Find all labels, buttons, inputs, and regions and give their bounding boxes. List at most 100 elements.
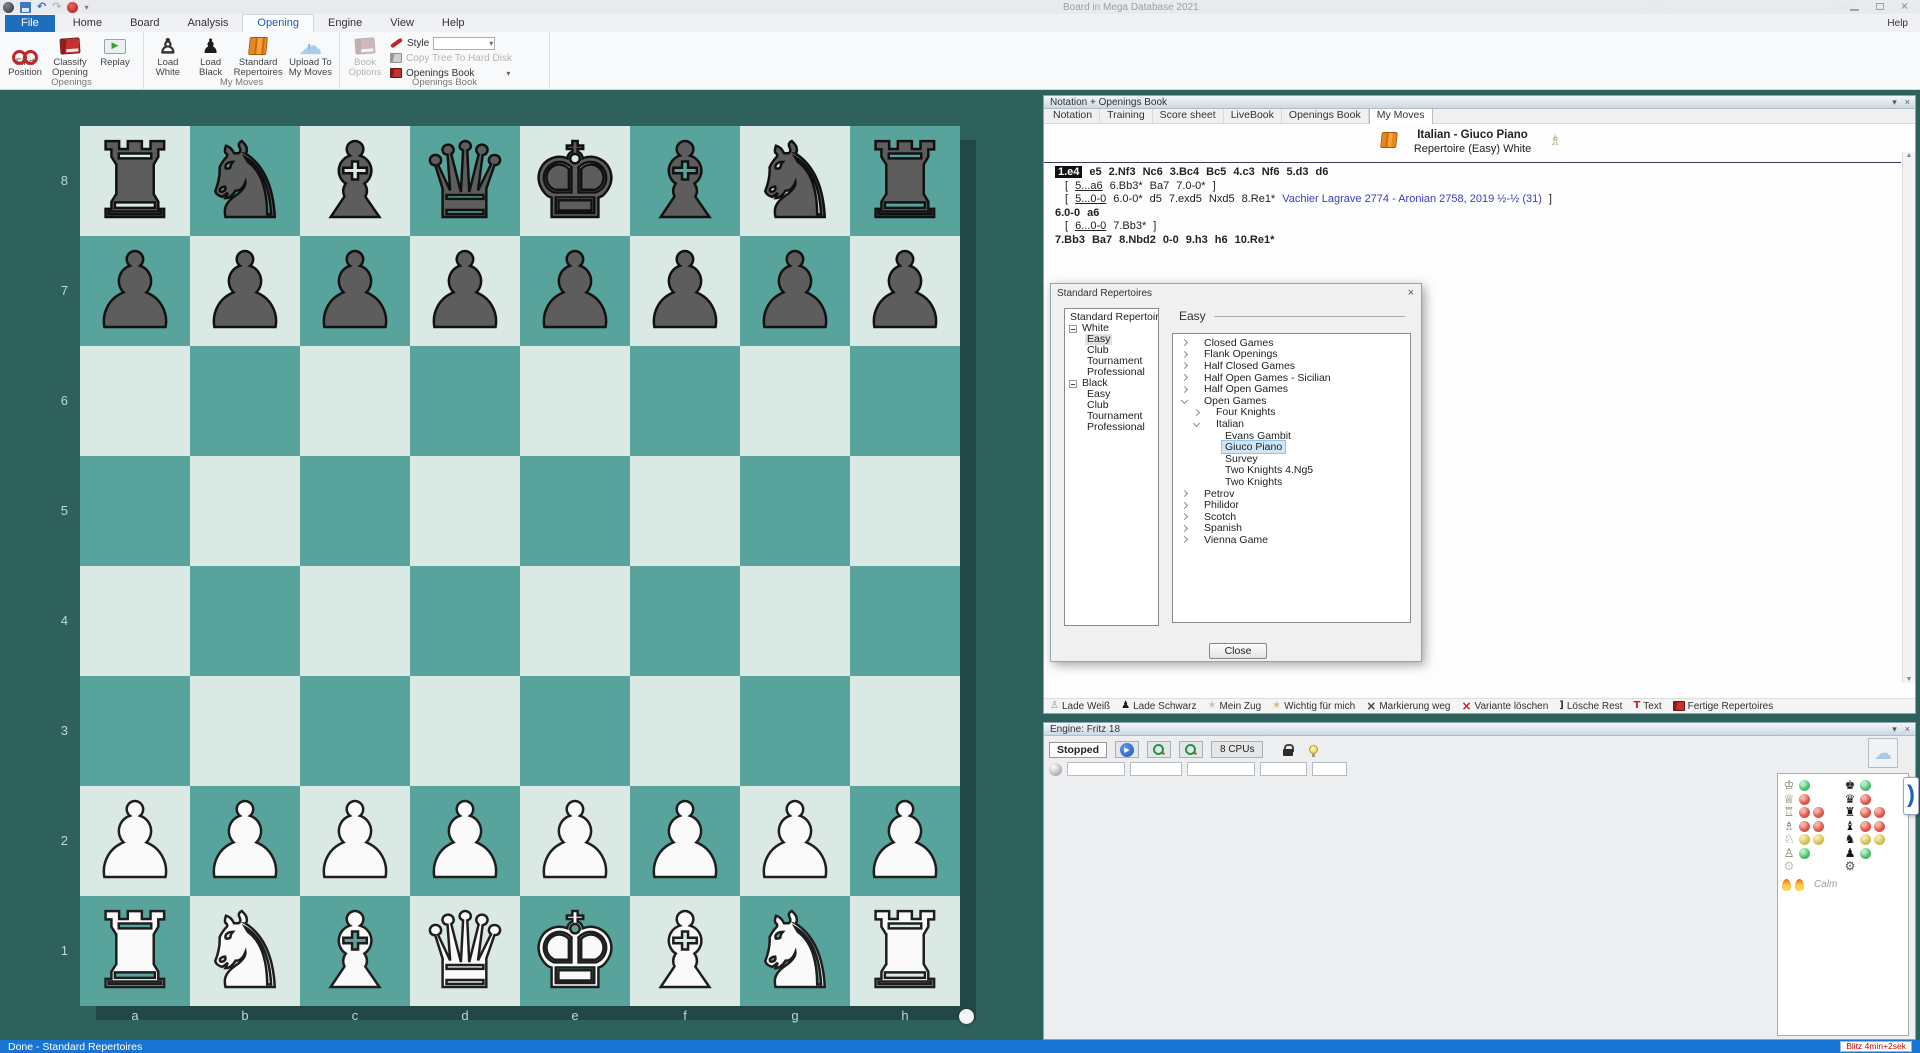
analysis-zoom-out-button[interactable] (1179, 741, 1203, 758)
black-piece[interactable]: ♜ (88, 129, 181, 233)
copy-tree-row[interactable]: Copy Tree To Hard Disk (390, 51, 512, 65)
move-token[interactable]: 6.0-0 (1055, 207, 1080, 219)
board-square[interactable]: ♜ (850, 126, 960, 236)
tree-item-professional[interactable]: Professional (1065, 422, 1158, 433)
white-piece[interactable]: ♟ (308, 789, 401, 893)
board-square[interactable] (190, 346, 300, 456)
board-square[interactable]: ♟ (740, 236, 850, 346)
move-token[interactable]: 1.e4 (1055, 166, 1082, 178)
white-piece[interactable]: ♜ (88, 899, 181, 1003)
white-piece[interactable]: ♝ (308, 899, 401, 1003)
chevron-down-icon[interactable] (1181, 397, 1188, 404)
white-piece[interactable]: ♟ (638, 789, 731, 893)
black-piece[interactable]: ♛ (418, 129, 511, 233)
scroll-down-icon[interactable]: ▼ (1906, 676, 1913, 683)
board-square[interactable] (410, 676, 520, 786)
opening-item-giuco-piano[interactable]: Giuco Piano (1173, 441, 1410, 453)
opening-item-half-open-games[interactable]: Half Open Games (1173, 383, 1410, 395)
collapse-icon[interactable] (1069, 325, 1077, 333)
move-token[interactable]: 4.c3 (1233, 166, 1254, 178)
move-token[interactable]: [ (1065, 180, 1068, 192)
board-square[interactable] (520, 676, 630, 786)
board-square[interactable]: ♞ (740, 126, 850, 236)
gear-icon[interactable]: ⚙ (1843, 860, 1857, 873)
move-token[interactable]: ] (1153, 220, 1156, 232)
analysis-zoom-in-button[interactable] (1147, 741, 1171, 758)
move-token[interactable]: Nc6 (1143, 166, 1163, 178)
opening-item-half-open-games-sicilian[interactable]: Half Open Games - Sicilian (1173, 372, 1410, 384)
move-token[interactable]: e5 (1089, 166, 1101, 178)
white-piece[interactable]: ♟ (748, 789, 841, 893)
engine-dropdown-icon[interactable]: ▾ (1892, 723, 1897, 736)
expand-panel-button[interactable]: ) (1903, 777, 1919, 815)
undo-icon[interactable]: ↶ (37, 2, 46, 13)
move-token[interactable]: 2.Nf3 (1109, 166, 1136, 178)
board-square[interactable]: ♟ (190, 786, 300, 896)
notation-tab-training[interactable]: Training (1100, 108, 1153, 123)
ribbon-tab-board[interactable]: Board (116, 15, 173, 32)
collapse-icon[interactable] (1069, 380, 1077, 388)
upload-to-my-moves-button[interactable]: ☁↑ Upload To My Moves (286, 35, 335, 79)
chevron-right-icon[interactable] (1181, 502, 1188, 509)
board-square[interactable] (850, 676, 960, 786)
white-piece[interactable]: ♚ (528, 899, 621, 1003)
board-square[interactable] (740, 566, 850, 676)
board-square[interactable] (630, 346, 740, 456)
move-token[interactable]: 6.0-0* (1113, 193, 1142, 205)
board-square[interactable] (80, 676, 190, 786)
redo-icon[interactable]: ↷ (52, 2, 61, 13)
move-token[interactable]: 7.0-0* (1176, 180, 1205, 192)
move-token[interactable]: 5...0-0 (1075, 193, 1106, 205)
move-token[interactable]: 5...a6 (1075, 180, 1103, 192)
opening-tree[interactable]: Closed GamesFlank OpeningsHalf Closed Ga… (1172, 333, 1411, 623)
move-token[interactable]: d6 (1315, 166, 1328, 178)
white-piece[interactable]: ♟ (528, 789, 621, 893)
chess-board[interactable]: ♜♞♝♛♚♝♞♜♟♟♟♟♟♟♟♟♟♟♟♟♟♟♟♟♜♞♝♛♚♝♞♜ (80, 126, 960, 1006)
notation-tab-openings-book[interactable]: Openings Book (1282, 108, 1369, 123)
board-square[interactable] (740, 346, 850, 456)
board-square[interactable] (410, 346, 520, 456)
board-square[interactable]: ♟ (630, 786, 740, 896)
move-token[interactable]: Ba7 (1150, 180, 1170, 192)
board-square[interactable] (520, 566, 630, 676)
board-square[interactable] (850, 456, 960, 566)
notation-tab-my-moves[interactable]: My Moves (1369, 107, 1433, 124)
board-square[interactable] (630, 566, 740, 676)
chevron-right-icon[interactable] (1181, 386, 1188, 393)
move-token[interactable]: 6...0-0 (1075, 220, 1106, 232)
opening-item-flank-openings[interactable]: Flank Openings (1173, 349, 1410, 361)
ribbon-tab-opening[interactable]: Opening (242, 14, 314, 32)
board-square[interactable] (410, 566, 520, 676)
board-square[interactable] (80, 566, 190, 676)
opening-item-survey[interactable]: Survey (1173, 453, 1410, 465)
opening-item-two-knights[interactable]: Two Knights (1173, 476, 1410, 488)
toolbar-item-black-pawn[interactable]: ♟Lade Schwarz (1121, 701, 1196, 712)
notation-scrollbar[interactable]: ▲ ▼ (1902, 152, 1915, 683)
chevron-right-icon[interactable] (1181, 490, 1188, 497)
ribbon-tab-help[interactable]: Help (428, 15, 479, 32)
move-token[interactable]: Nf6 (1262, 166, 1280, 178)
board-square[interactable]: ♟ (850, 786, 960, 896)
opening-item-half-closed-games[interactable]: Half Closed Games (1173, 360, 1410, 372)
opening-item-two-knights-4-ng5[interactable]: Two Knights 4.Ng5 (1173, 465, 1410, 477)
chevron-right-icon[interactable] (1181, 351, 1188, 358)
board-square[interactable]: ♟ (850, 236, 960, 346)
move-token[interactable]: 9.h3 (1186, 234, 1208, 246)
lock-icon[interactable] (1283, 744, 1293, 756)
cloud-engine-button[interactable]: ☁ (1868, 738, 1898, 768)
engine-input-1[interactable] (1067, 762, 1125, 776)
board-square[interactable] (850, 346, 960, 456)
board-square[interactable] (520, 456, 630, 566)
toolbar-item-star[interactable]: ★Mein Zug (1208, 701, 1262, 712)
style-combobox[interactable]: ▾ (433, 37, 495, 50)
save-icon[interactable] (20, 2, 31, 13)
board-square[interactable]: ♜ (80, 896, 190, 1006)
black-piece[interactable]: ♞ (748, 129, 841, 233)
board-square[interactable] (520, 346, 630, 456)
engine-panel-titlebar[interactable]: Engine: Fritz 18 ▾ × (1044, 723, 1915, 736)
tree-item-easy[interactable]: Easy (1065, 334, 1158, 345)
chevron-down-icon[interactable] (1193, 420, 1200, 427)
board-square[interactable] (80, 346, 190, 456)
board-square[interactable]: ♟ (80, 786, 190, 896)
white-piece[interactable]: ♞ (198, 899, 291, 1003)
